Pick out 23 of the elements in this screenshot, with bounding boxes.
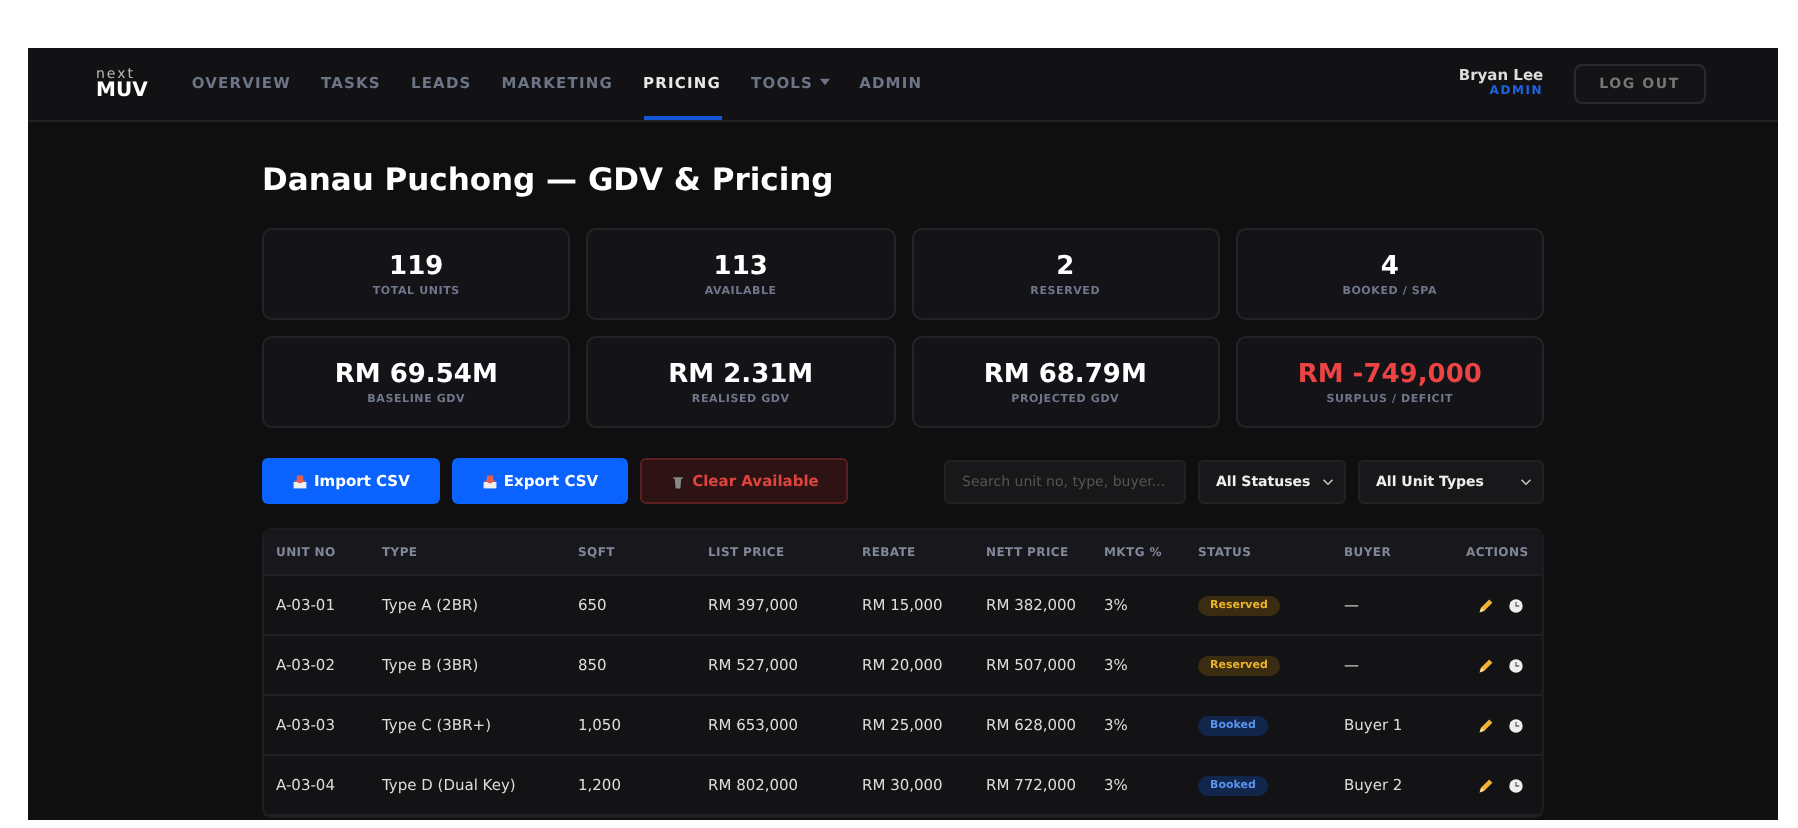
stat-value: RM 69.54M: [334, 359, 498, 389]
stat-value: 2: [1056, 251, 1075, 281]
chevron-icon: [1322, 477, 1334, 485]
pencil-icon[interactable]: [1478, 717, 1494, 733]
pencil-icon[interactable]: [1478, 657, 1494, 673]
stat-value: RM -749,000: [1297, 359, 1482, 389]
stat-value: RM 2.31M: [668, 359, 814, 389]
tray-icon: [481, 473, 498, 489]
pencil-icon[interactable]: [1478, 597, 1494, 613]
caret-icon: [819, 78, 830, 86]
stat-value: 113: [713, 251, 768, 281]
page-title: Danau Puchong — GDV & Pricing: [262, 162, 836, 198]
stat-value: RM 68.79M: [983, 359, 1147, 389]
clock-icon[interactable]: [1508, 717, 1524, 733]
chevron-icon: [1520, 477, 1532, 485]
clock-icon[interactable]: [1508, 657, 1524, 673]
stat-value: 4: [1380, 251, 1399, 281]
clock-icon[interactable]: [1508, 597, 1524, 613]
stat-value: 119: [389, 251, 444, 281]
trash-icon: [670, 473, 687, 489]
tray-icon: [292, 473, 308, 489]
clock-icon[interactable]: [1508, 777, 1524, 793]
pencil-icon[interactable]: [1478, 777, 1494, 793]
